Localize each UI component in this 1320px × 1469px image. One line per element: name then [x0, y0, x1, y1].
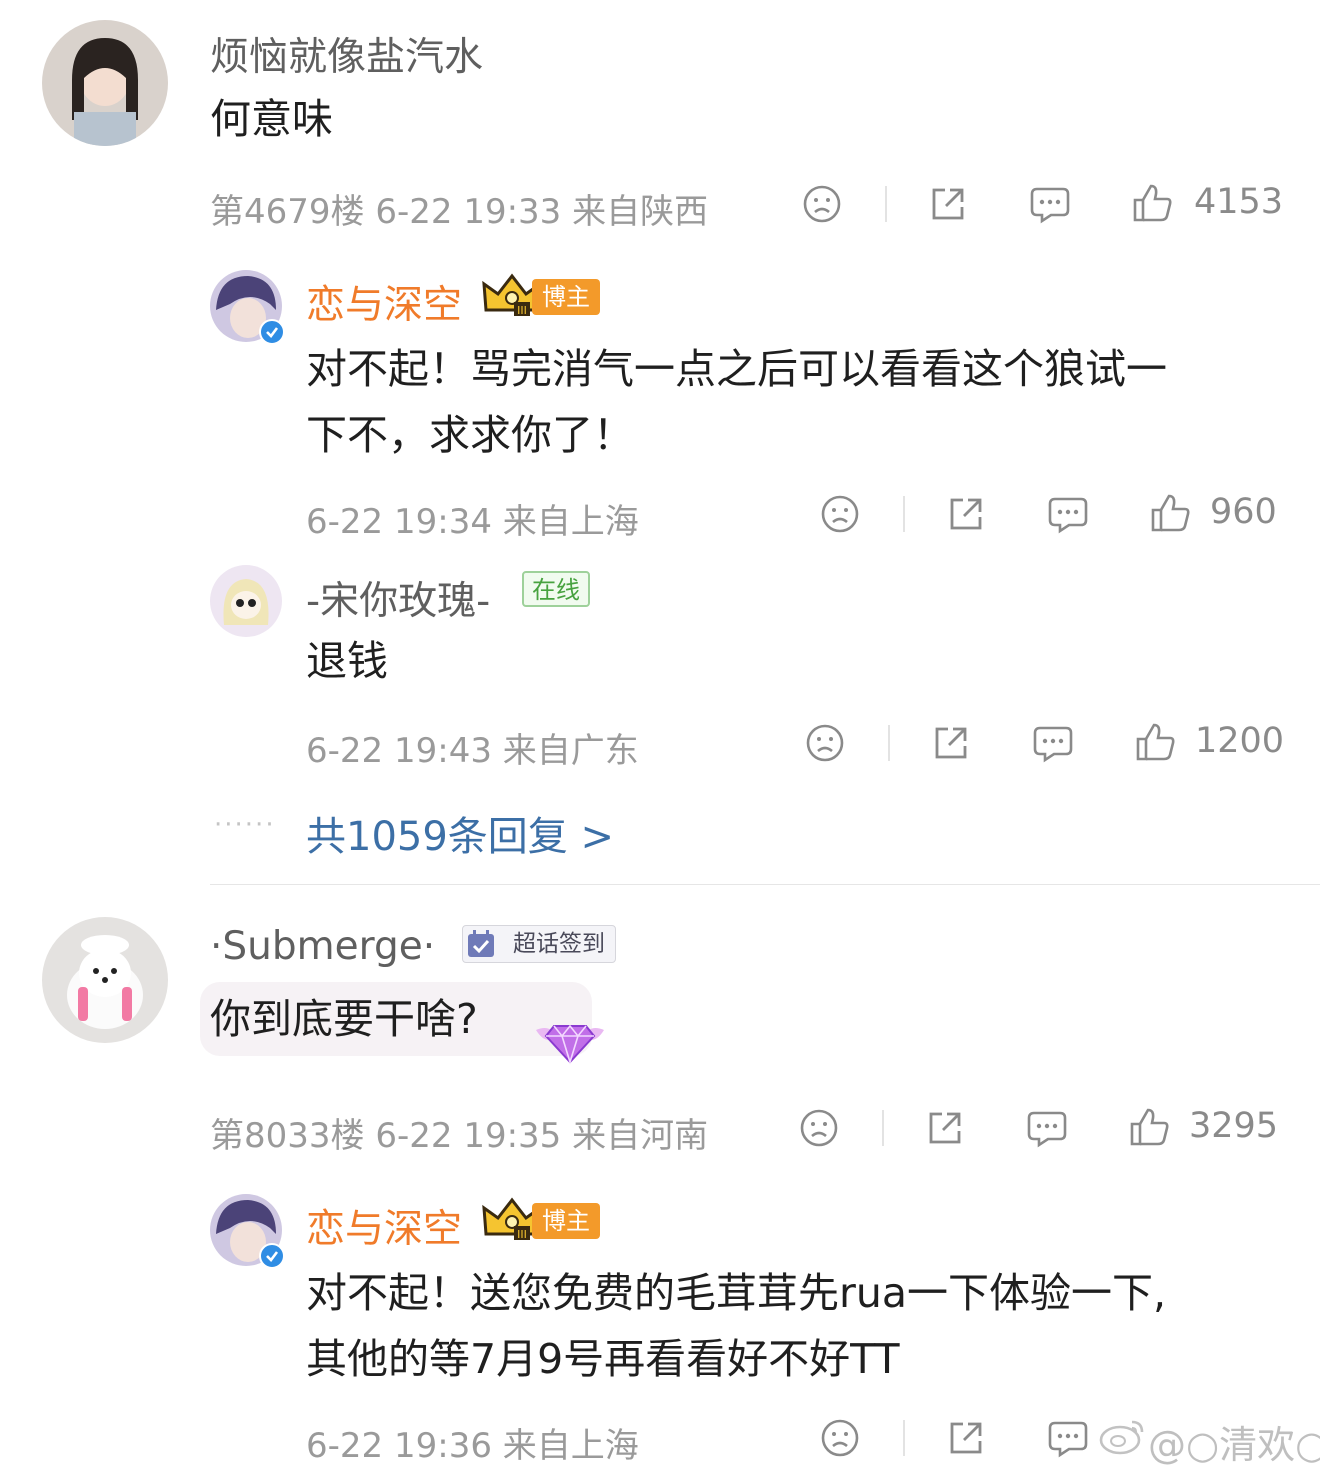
watermark: @○清欢○	[1148, 1423, 1320, 1467]
reply-text-line: 对不起！送您免费的毛茸茸先rua一下体验一下,	[306, 1269, 1166, 1317]
avatar[interactable]	[42, 20, 168, 146]
comment-icon[interactable]	[1047, 494, 1089, 534]
reply-time: 6-22 19:36	[306, 1426, 492, 1466]
reply-location: 来自上海	[502, 1426, 639, 1466]
comment-meta: 第8033楼 6-22 19:35 来自河南	[210, 1108, 708, 1157]
weibo-logo-icon	[1098, 1416, 1148, 1456]
comment-icon[interactable]	[1026, 1108, 1068, 1148]
share-icon[interactable]	[928, 184, 968, 224]
floor-number: 第4679楼	[210, 192, 365, 232]
separator	[885, 186, 887, 222]
like-count: 1200	[1195, 721, 1285, 761]
reply-text: 对不起！骂完消气一点之后可以看看这个狼试一 下不，求求你了！	[306, 336, 1167, 468]
share-icon[interactable]	[946, 1418, 986, 1458]
dots-decoration: ······	[214, 810, 276, 840]
comment-location: 来自河南	[572, 1116, 709, 1156]
reply-username[interactable]: 恋与深空	[306, 1198, 462, 1254]
like-count: 960	[1210, 492, 1277, 532]
separator	[882, 1110, 884, 1146]
reply-username[interactable]: 恋与深空	[306, 274, 462, 330]
sad-face-icon[interactable]	[820, 494, 860, 534]
separator	[903, 496, 905, 532]
separator	[888, 725, 890, 761]
svg-text:III: III	[517, 304, 527, 317]
online-badge: 在线	[522, 571, 590, 607]
comment-icon[interactable]	[1032, 723, 1074, 763]
comment-location: 来自陕西	[572, 192, 709, 232]
host-badge: 博主	[532, 1203, 600, 1239]
like-count: 4153	[1194, 182, 1284, 222]
comment-icon[interactable]	[1029, 184, 1071, 224]
thumbs-up-icon[interactable]	[1131, 182, 1173, 224]
share-icon[interactable]	[931, 723, 971, 763]
sad-face-icon[interactable]	[805, 723, 845, 763]
comment-text: 你到底要干啥?	[210, 995, 478, 1043]
sad-face-icon[interactable]	[799, 1108, 839, 1148]
comment-icon[interactable]	[1047, 1418, 1089, 1458]
separator	[903, 1420, 905, 1456]
avatar[interactable]	[210, 565, 282, 637]
avatar[interactable]	[42, 917, 168, 1043]
more-replies-link[interactable]: 共1059条回复 >	[306, 804, 614, 862]
comment-time: 6-22 19:33	[375, 192, 562, 232]
share-icon[interactable]	[946, 494, 986, 534]
reply-meta: 6-22 19:43 来自广东	[306, 723, 639, 772]
verified-icon	[259, 319, 285, 345]
share-icon[interactable]	[925, 1108, 965, 1148]
comment-divider	[210, 884, 1320, 885]
comment-text: 何意味	[210, 95, 333, 143]
like-count: 3295	[1189, 1106, 1279, 1146]
floor-number: 第8033楼	[210, 1116, 365, 1156]
reply-location: 来自上海	[502, 502, 639, 542]
reply-meta: 6-22 19:34 来自上海	[306, 494, 639, 543]
reply-text-line: 下不，求求你了！	[306, 411, 634, 459]
reply-text: 对不起！送您免费的毛茸茸先rua一下体验一下, 其他的等7月9号再看看好不好TT	[306, 1260, 1166, 1392]
reply-time: 6-22 19:43	[306, 731, 492, 771]
reply-time: 6-22 19:34	[306, 502, 492, 542]
diamond-icon	[532, 1006, 608, 1068]
svg-text:III: III	[517, 1228, 527, 1241]
comment-username[interactable]: ·Submerge·	[210, 924, 435, 969]
verified-icon	[259, 1243, 285, 1269]
sad-face-icon[interactable]	[802, 184, 842, 224]
reply-location: 来自广东	[502, 731, 639, 771]
comment-username[interactable]: 烦恼就像盐汽水	[210, 26, 483, 82]
host-badge: 博主	[532, 279, 600, 315]
comment-meta: 第4679楼 6-22 19:33 来自陕西	[210, 184, 708, 233]
thumbs-up-icon[interactable]	[1149, 492, 1191, 534]
reply-meta: 6-22 19:36 来自上海	[306, 1418, 639, 1467]
thumbs-up-icon[interactable]	[1128, 1106, 1170, 1148]
reply-text-line: 其他的等7月9号再看看好不好TT	[306, 1335, 900, 1383]
calendar-check-icon	[466, 929, 496, 959]
reply-text: 退钱	[306, 637, 388, 685]
sad-face-icon[interactable]	[820, 1418, 860, 1458]
reply-username[interactable]: -宋你玫瑰-	[306, 570, 490, 626]
comment-time: 6-22 19:35	[375, 1116, 562, 1156]
reply-text-line: 对不起！骂完消气一点之后可以看看这个狼试一	[306, 345, 1167, 393]
thumbs-up-icon[interactable]	[1134, 721, 1176, 763]
